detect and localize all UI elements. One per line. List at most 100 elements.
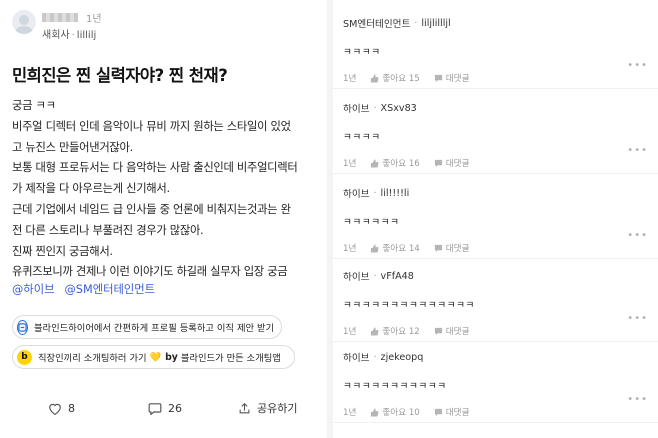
comment-like-count: 좋아요 14: [382, 244, 420, 254]
reply-icon: [434, 244, 442, 252]
comment-like-button[interactable]: 좋아요 16: [370, 157, 420, 169]
comment-nickname: XSxv83: [380, 102, 417, 114]
comment-like-button[interactable]: 좋아요 12: [370, 325, 420, 337]
author-company: 새회사 · lillilj: [42, 30, 97, 41]
comment-time: 1년: [343, 408, 357, 418]
comment-company: SM엔터테인먼트: [343, 19, 411, 30]
blind-dating-promo[interactable]: b 직장인끼리 소개팅하러 가기 💛 by 블라인드가 만든 소개팅앱: [12, 345, 295, 369]
reply-icon: [434, 327, 442, 335]
comment-reply-button[interactable]: 대댓글: [434, 72, 470, 84]
comment-icon: [148, 402, 162, 415]
comment-company: 하이브: [343, 104, 370, 115]
post-body-line: 근데 기업에서 네임드 급 인사들 중 언론에 비춰지는것과는 완: [12, 202, 291, 216]
company-tags: @하이브 @SM엔터테인먼트: [12, 281, 155, 297]
author-meta: 1년 새회사 · lillilj: [42, 10, 102, 41]
comment-like-button[interactable]: 좋아요 10: [370, 406, 420, 418]
comment-text: ㅋㅋㅋㅋ: [343, 132, 381, 143]
more-icon[interactable]: •••: [627, 313, 648, 324]
thumbs-up-icon: [371, 158, 379, 168]
tag-sm-entertainment[interactable]: @SM엔터테인먼트: [64, 281, 155, 297]
comment-item: 하이브 · vFfA48 ㅋㅋㅋㅋㅋㅋㅋㅋㅋㅋㅋㅋㅋㅋ 1년 좋아요 12 대댓글: [343, 269, 643, 338]
comment-reply-button[interactable]: 대댓글: [434, 242, 470, 254]
more-icon[interactable]: •••: [627, 60, 648, 71]
more-icon[interactable]: •••: [627, 145, 648, 156]
like-count: 8: [68, 401, 75, 415]
blind-hire-icon: [17, 319, 28, 335]
comment-item: 하이브 · zjekeopq ㅋㅋㅋㅋㅋㅋㅋㅋㅋㅋㅋ 1년 좋아요 10 대댓글: [343, 350, 643, 419]
post-actions: 8 26 공유하기: [48, 400, 297, 416]
dating-promo-text: 직장인끼리 소개팅하러 가기: [38, 353, 147, 364]
comment-reply-label: 대댓글: [445, 408, 470, 418]
comment-like-count: 좋아요 15: [382, 74, 420, 84]
post-body-line: 가 제작을 다 아우르는게 신기해서.: [12, 182, 170, 196]
comment-like-count: 좋아요 12: [382, 327, 420, 337]
blurred-author-name: [42, 12, 78, 22]
comments-panel: SM엔터테인먼트 · liljlillljl ㅋㅋㅋㅋ 1년 좋아요 15 대댓글 …: [333, 0, 658, 438]
comment-like-count: 좋아요 16: [382, 159, 420, 169]
comment-nickname: lil!!!!li: [380, 187, 410, 199]
comment-nickname: liljlillljl: [421, 17, 451, 29]
post-body-line: 고 뉴진스 만들어낸거잖아.: [12, 140, 133, 154]
thumbs-up-icon: [371, 243, 379, 253]
comment-reply-label: 대댓글: [445, 244, 470, 254]
comment-divider: [333, 173, 658, 174]
comment-count: 26: [168, 401, 182, 415]
blind-hire-promo[interactable]: 블라인드하이어에서 간편하게 프로필 등록하고 이직 제안 받기: [12, 315, 282, 339]
comment-divider: [333, 258, 658, 259]
comment-nickname: vFfA48: [380, 270, 414, 282]
post-panel: 1년 새회사 · lillilj 민희진은 찐 실력자야? 찐 천재? 궁금 ㅋㅋ …: [0, 0, 327, 438]
post-body-line: 비주얼 디렉터 인데 음악이나 뮤비 까지 원하는 스타일이 있었: [12, 119, 291, 133]
reply-icon: [434, 74, 442, 82]
comment-company: 하이브: [343, 272, 370, 283]
comment-text: ㅋㅋㅋㅋㅋㅋㅋㅋㅋㅋㅋㅋㅋㅋ: [343, 300, 475, 311]
comment-company: 하이브: [343, 189, 370, 200]
comment-time: 1년: [343, 159, 357, 169]
author-nickname: lillilj: [76, 30, 97, 41]
thumbs-up-icon: [371, 326, 379, 336]
tag-hybe[interactable]: @하이브: [12, 281, 54, 297]
comment-text: ㅋㅋㅋㅋㅋㅋ: [343, 217, 400, 228]
post-body: 궁금 ㅋㅋ 비주얼 디렉터 인데 음악이나 뮤비 까지 원하는 스타일이 있었 …: [12, 96, 324, 283]
company-name: 새회사: [42, 30, 70, 41]
share-icon: [239, 402, 250, 413]
post-author: 1년 새회사 · lillilj: [12, 10, 102, 41]
dating-promo-by: by: [165, 351, 178, 363]
comment-divider: [333, 88, 658, 89]
comment-reply-button[interactable]: 대댓글: [434, 325, 470, 337]
comment-item: 하이브 · lil!!!!li ㅋㅋㅋㅋㅋㅋ 1년 좋아요 14 대댓글: [343, 186, 643, 255]
comment-like-button[interactable]: 좋아요 15: [370, 72, 420, 84]
comment-item: SM엔터테인먼트 · liljlillljl ㅋㅋㅋㅋ 1년 좋아요 15 대댓글: [343, 16, 643, 85]
like-button[interactable]: 8: [48, 402, 148, 415]
blind-hire-promo-text: 블라인드하이어에서 간편하게 프로필 등록하고 이직 제안 받기: [34, 323, 275, 334]
comment-nickname: zjekeopq: [380, 351, 424, 363]
post-title: 민희진은 찐 실력자야? 찐 천재?: [12, 66, 228, 85]
comment-company: 하이브: [343, 353, 370, 364]
more-icon[interactable]: •••: [627, 230, 648, 241]
comment-like-button[interactable]: 좋아요 14: [370, 242, 420, 254]
comment-divider: [333, 341, 658, 342]
share-button[interactable]: 공유하기: [238, 400, 297, 416]
comment-reply-button[interactable]: 대댓글: [434, 406, 470, 418]
reply-icon: [434, 408, 442, 416]
comment-like-count: 좋아요 10: [382, 408, 420, 418]
comment-reply-label: 대댓글: [445, 159, 470, 169]
post-body-line: 궁금 ㅋㅋ: [12, 99, 56, 112]
avatar[interactable]: [12, 10, 36, 34]
comment-divider: [333, 422, 658, 423]
thumbs-up-icon: [371, 407, 379, 417]
dating-promo-source: 블라인드가 만든 소개팅앱: [180, 353, 281, 364]
post-body-line: 진짜 찐인지 궁금해서.: [12, 244, 113, 258]
heart-icon: [49, 403, 61, 415]
comment-time: 1년: [343, 74, 357, 84]
blind-dating-icon: b: [17, 349, 32, 365]
comment-reply-label: 대댓글: [445, 74, 470, 84]
comment-item: 하이브 · XSxv83 ㅋㅋㅋㅋ 1년 좋아요 16 대댓글: [343, 101, 643, 170]
yellow-heart-icon: 💛: [149, 351, 162, 363]
thumbs-up-icon: [371, 73, 379, 83]
comment-reply-label: 대댓글: [445, 327, 470, 337]
post-body-line: 보통 대형 프로듀서는 다 음악하는 사람 출신인데 비주얼디렉터: [12, 161, 298, 175]
comment-reply-button[interactable]: 대댓글: [434, 157, 470, 169]
comment-time: 1년: [343, 244, 357, 254]
comment-button[interactable]: 26: [148, 402, 238, 415]
more-icon[interactable]: •••: [627, 394, 648, 405]
